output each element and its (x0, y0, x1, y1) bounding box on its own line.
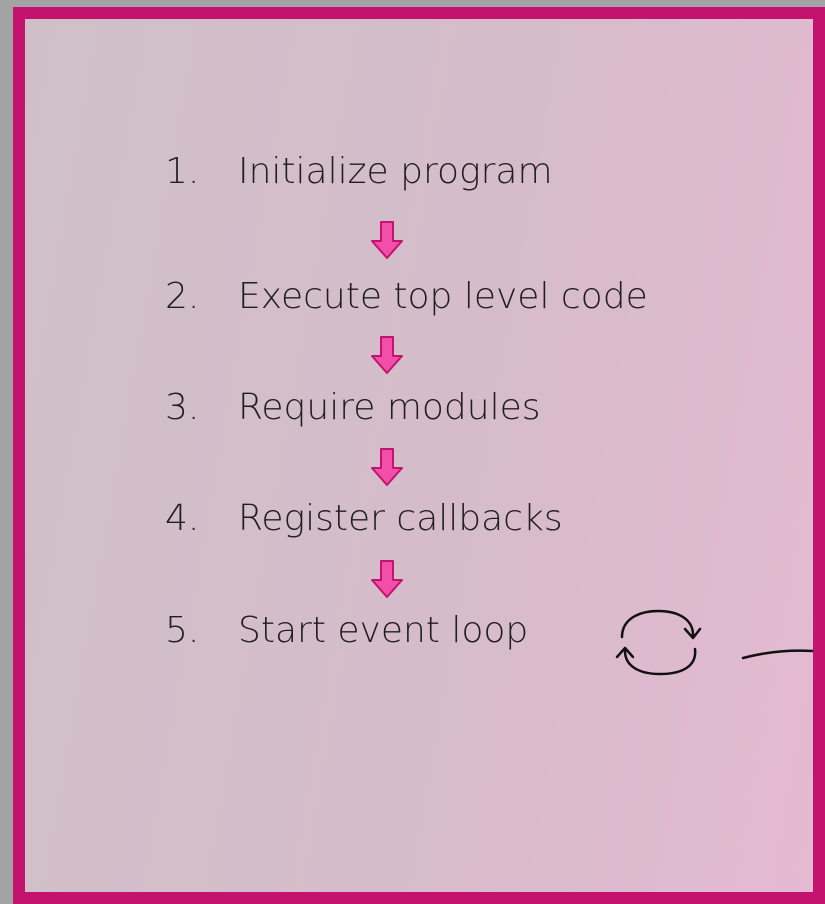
slide-frame: 1. Initialize program 2. Execute top lev… (13, 7, 825, 904)
flow-panel: 1. Initialize program 2. Execute top lev… (25, 19, 813, 892)
loop-sketch (615, 609, 813, 676)
loop-cycle-icon (615, 609, 702, 676)
hand-drawn-line (741, 649, 813, 660)
